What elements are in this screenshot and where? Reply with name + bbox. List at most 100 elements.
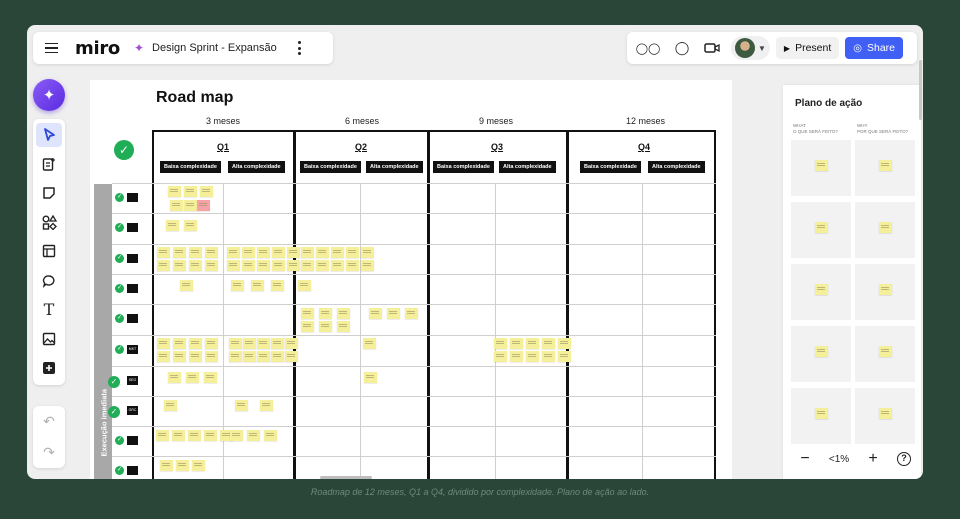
sticky-note[interactable] <box>189 260 202 271</box>
sticky-note[interactable] <box>242 260 255 271</box>
sticky-note[interactable] <box>301 321 314 332</box>
sticky-note[interactable] <box>160 460 173 471</box>
sticky-note[interactable] <box>815 160 828 171</box>
sticky-note[interactable] <box>173 338 186 349</box>
sticky-note[interactable] <box>229 338 242 349</box>
sticky-note[interactable] <box>235 400 248 411</box>
sticky-note[interactable] <box>287 247 300 258</box>
road-map-frame[interactable]: Road map 3 meses 6 meses 9 meses 12 mese… <box>90 80 732 479</box>
sticky-note[interactable] <box>361 260 374 271</box>
sticky-note[interactable] <box>205 351 218 362</box>
sticky-note[interactable] <box>815 284 828 295</box>
sticky-note[interactable] <box>285 351 298 362</box>
sticky-note[interactable] <box>172 430 185 441</box>
zoom-in-button[interactable]: + <box>863 449 883 469</box>
more-apps-icon[interactable] <box>36 356 62 380</box>
share-button[interactable]: ◎ Share <box>845 37 904 59</box>
sticky-note[interactable] <box>526 338 539 349</box>
sticky-note[interactable] <box>526 351 539 362</box>
sticky-note[interactable] <box>879 408 892 419</box>
sticky-note[interactable] <box>285 338 298 349</box>
sticky-note[interactable] <box>157 351 170 362</box>
sticky-note[interactable] <box>192 460 205 471</box>
sticky-note[interactable] <box>271 351 284 362</box>
sticky-note[interactable] <box>157 260 170 271</box>
action-plan-cell[interactable] <box>855 264 915 320</box>
sticky-note[interactable] <box>189 247 202 258</box>
sticky-note[interactable] <box>173 247 186 258</box>
sticky-note[interactable] <box>184 200 197 211</box>
sticky-note[interactable] <box>189 338 202 349</box>
sticky-note[interactable] <box>542 338 555 349</box>
sticky-note[interactable] <box>205 247 218 258</box>
sticky-note[interactable] <box>157 247 170 258</box>
vertical-scrollbar[interactable] <box>919 60 922 120</box>
help-icon[interactable]: ? <box>896 452 911 466</box>
sticky-note[interactable] <box>301 308 314 319</box>
frame-icon[interactable] <box>36 239 62 263</box>
sticky-note[interactable] <box>272 260 285 271</box>
board-title[interactable]: Design Sprint - Expansão <box>152 42 277 54</box>
action-plan-cell[interactable] <box>855 140 915 196</box>
sticky-note[interactable] <box>363 338 376 349</box>
board-options-button[interactable] <box>293 41 307 55</box>
action-plan-cell[interactable] <box>855 202 915 258</box>
user-avatar-menu[interactable]: ▼ <box>731 36 770 60</box>
sticky-note[interactable] <box>494 338 507 349</box>
ai-assistant-button[interactable]: ✦ <box>33 79 65 111</box>
sticky-note[interactable] <box>316 260 329 271</box>
sticky-note[interactable] <box>186 372 199 383</box>
shapes-icon[interactable] <box>36 210 62 234</box>
sticky-note[interactable] <box>257 351 270 362</box>
sticky-note[interactable] <box>301 247 314 258</box>
sticky-note[interactable] <box>227 260 240 271</box>
sticky-note[interactable] <box>316 247 329 258</box>
sticky-note[interactable] <box>337 321 350 332</box>
sticky-note[interactable] <box>510 338 523 349</box>
sticky-note[interactable] <box>346 247 359 258</box>
sticky-note[interactable] <box>510 351 523 362</box>
sticky-note[interactable] <box>260 400 273 411</box>
sticky-note[interactable] <box>815 222 828 233</box>
sticky-note[interactable] <box>251 280 264 291</box>
comment-icon[interactable] <box>36 269 62 293</box>
sticky-note[interactable] <box>879 222 892 233</box>
sticky-note[interactable] <box>176 460 189 471</box>
text-icon[interactable]: T <box>36 298 62 322</box>
sticky-note[interactable] <box>815 408 828 419</box>
sticky-note[interactable] <box>243 338 256 349</box>
sticky-note[interactable] <box>230 430 243 441</box>
sticky-note[interactable] <box>494 351 507 362</box>
sticky-note[interactable] <box>271 280 284 291</box>
present-button[interactable]: ▶ Present <box>775 37 840 59</box>
sticky-note[interactable] <box>164 400 177 411</box>
sticky-note[interactable] <box>405 308 418 319</box>
sticky-note[interactable] <box>257 338 270 349</box>
sticky-note[interactable] <box>243 351 256 362</box>
sticky-note[interactable] <box>205 338 218 349</box>
sticky-note[interactable] <box>346 260 359 271</box>
sticky-note[interactable] <box>229 351 242 362</box>
sticky-note[interactable] <box>173 351 186 362</box>
sticky-note[interactable] <box>168 372 181 383</box>
sticky-note[interactable] <box>156 430 169 441</box>
sticky-note[interactable] <box>200 186 213 197</box>
sticky-note[interactable] <box>242 247 255 258</box>
sticky-note[interactable] <box>558 338 571 349</box>
sticky-note[interactable] <box>361 247 374 258</box>
sticky-note[interactable] <box>184 186 197 197</box>
sticky-note[interactable] <box>331 260 344 271</box>
sticky-note[interactable] <box>558 351 571 362</box>
sticky-note[interactable] <box>272 247 285 258</box>
action-plan-cell[interactable] <box>791 140 851 196</box>
templates-icon[interactable] <box>36 152 62 176</box>
undo-icon[interactable]: ↶ <box>36 409 62 435</box>
sticky-note[interactable] <box>257 260 270 271</box>
sticky-note[interactable] <box>319 308 332 319</box>
reactions-icon[interactable]: ◯◯ <box>631 35 665 61</box>
action-plan-cell[interactable] <box>791 264 851 320</box>
sticky-note[interactable] <box>197 200 210 211</box>
sticky-note[interactable] <box>227 247 240 258</box>
redo-icon[interactable]: ↷ <box>36 440 62 466</box>
video-call-icon[interactable] <box>699 35 725 61</box>
